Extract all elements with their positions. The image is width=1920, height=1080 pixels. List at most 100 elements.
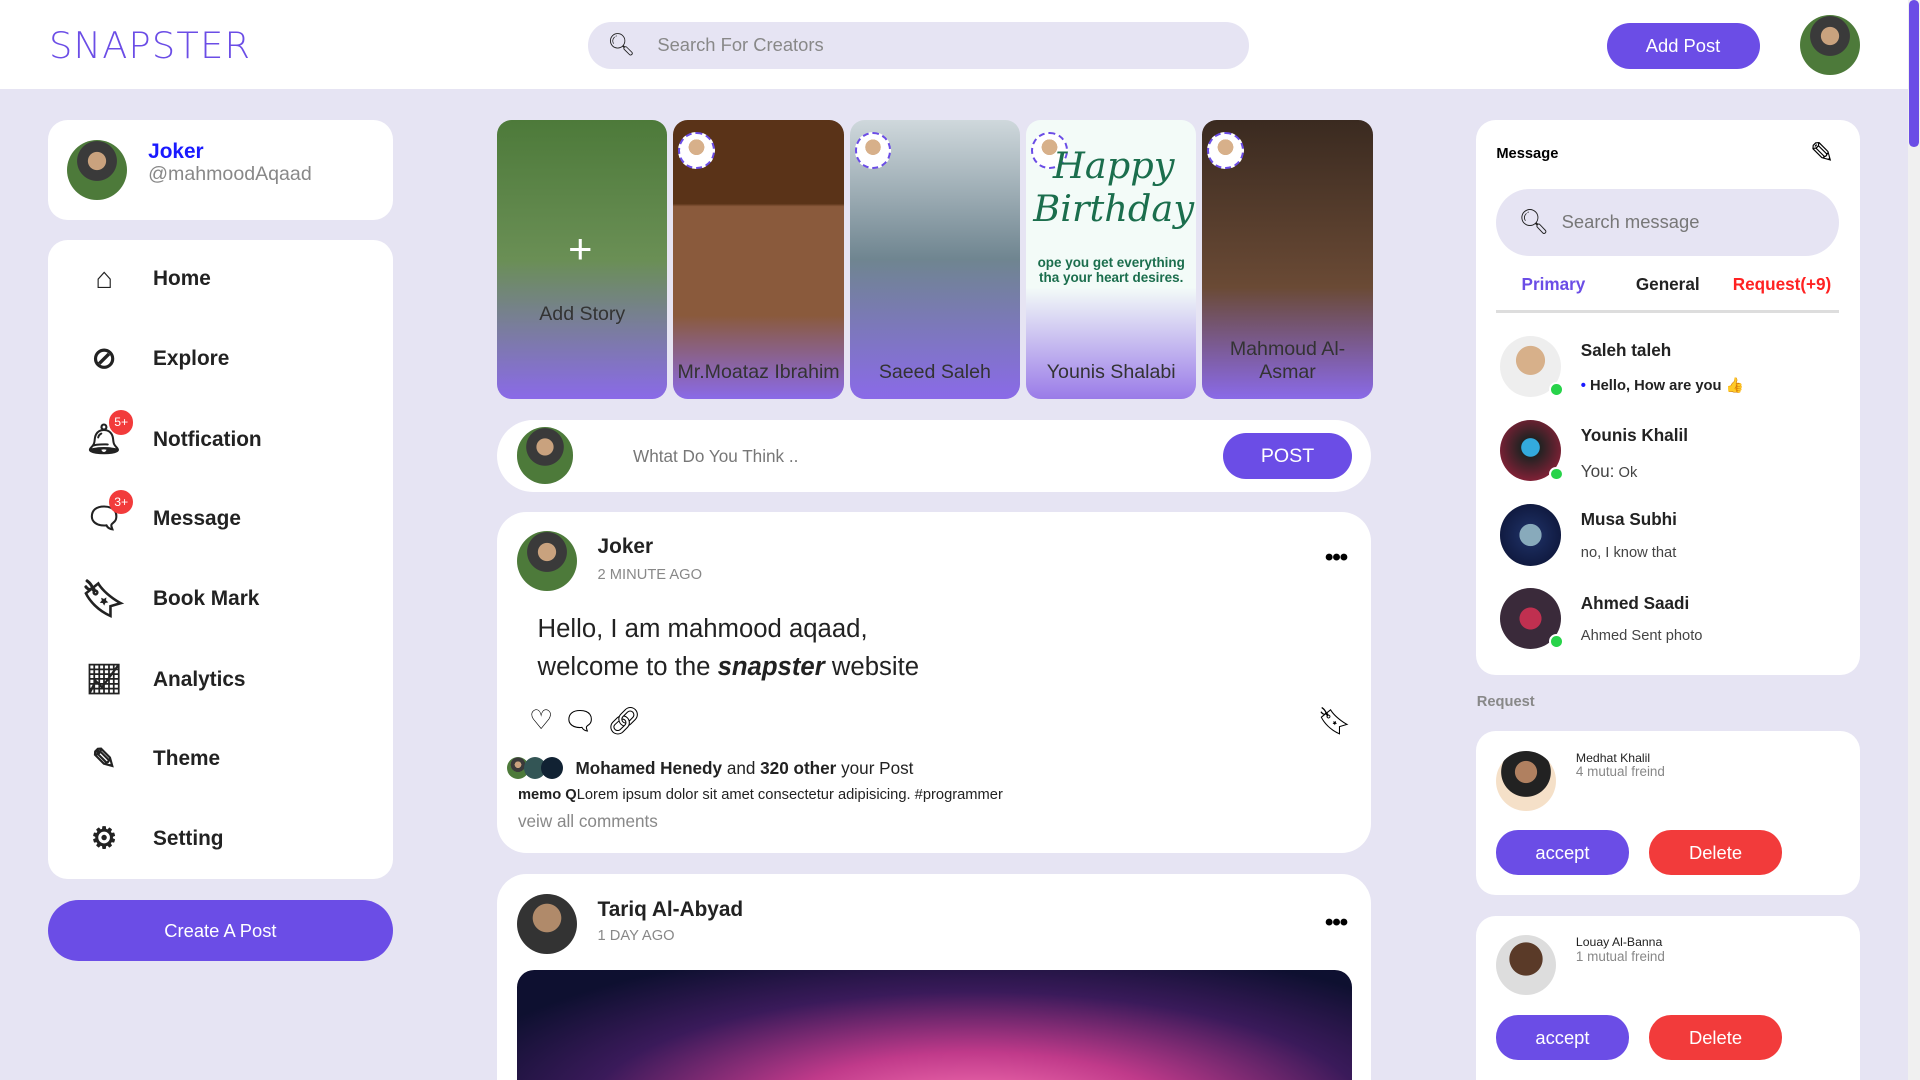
post-button[interactable]: POST	[1223, 433, 1352, 479]
nav-label: Message	[153, 507, 241, 531]
post-time: 2 MINUTE AGO	[597, 566, 703, 583]
add-post-button[interactable]: Add Post	[1606, 23, 1760, 69]
sidebar-item-message[interactable]: 🗨︎ 3+ Message	[84, 489, 241, 539]
requester-avatar	[1496, 935, 1557, 996]
message-item[interactable]: Younis Khalil You: Ok	[1499, 420, 1688, 482]
post-author-avatar[interactable]	[516, 893, 577, 954]
more-options-icon[interactable]: •••	[1325, 909, 1348, 937]
text: your Post	[841, 757, 914, 778]
friend-request-card: Medhat Khalil 4 mutual freind accept Del…	[1475, 731, 1860, 896]
delete-button[interactable]: Delete	[1649, 1015, 1782, 1061]
message-item[interactable]: Musa Subhi no, I know that	[1499, 504, 1677, 566]
brand-text: snapster	[717, 652, 825, 681]
link-icon[interactable]: 🔗︎	[607, 705, 641, 737]
logo[interactable]: SNAPSTER	[49, 24, 251, 67]
notification-badge: 5+	[108, 410, 134, 435]
scrollbar[interactable]	[1907, 0, 1920, 1080]
nav-label: Setting	[153, 826, 224, 850]
story-avatar	[854, 132, 892, 169]
online-indicator	[1548, 634, 1564, 649]
sidebar-item-notification[interactable]: 🔔︎ 5+ Notfication	[84, 410, 262, 459]
nav-label: Notfication	[153, 427, 262, 451]
contact-name: Ahmed Saadi	[1580, 592, 1690, 613]
message-item[interactable]: Saleh taleh • Hello, How are you 👍	[1499, 335, 1744, 397]
nav-label: Analytics	[153, 667, 246, 691]
accept-button[interactable]: accept	[1496, 1015, 1629, 1061]
story-item[interactable]: Saeed Saleh	[849, 120, 1020, 400]
create-post-button[interactable]: Create A Post	[47, 900, 394, 962]
last-message: Ahmed Sent photo	[1580, 628, 1703, 645]
post-author[interactable]: Tariq Al-Abyad	[598, 898, 744, 922]
story-add[interactable]: + Add Story	[497, 120, 668, 400]
profile-name: Joker	[148, 139, 204, 163]
sidebar-item-theme[interactable]: ✎ Theme	[84, 740, 220, 779]
post-card: Tariq Al-Abyad 1 DAY AGO •••	[497, 874, 1372, 1080]
contact-avatar	[1499, 504, 1562, 566]
brush-icon: ✎	[91, 742, 117, 776]
search-placeholder: Search For Creators	[657, 34, 824, 56]
story-name: Mr.Moataz Ibrahim	[677, 361, 840, 384]
last-message: no, I know that	[1580, 545, 1677, 562]
story-name: Saeed Saleh	[878, 361, 991, 384]
story-name: Mahmoud Al-Asmar	[1229, 338, 1346, 384]
profile-card[interactable]: Joker @mahmoodAqaad	[47, 120, 394, 221]
contact-avatar	[1499, 420, 1564, 482]
more-options-icon[interactable]: •••	[1325, 544, 1348, 572]
creator-search-input[interactable]: 🔍︎ Search For Creators	[587, 22, 1249, 69]
story-image-text: Happy Birthday	[1033, 144, 1195, 231]
comment-icon[interactable]: 🗨︎	[563, 705, 597, 737]
post-text: Hello, I am mahmood aqaad, welcome to th…	[538, 611, 919, 687]
heart-icon[interactable]: ♡	[529, 705, 553, 737]
compose-icon[interactable]: ✎	[1810, 136, 1835, 171]
tab-requests[interactable]: Request(+9)	[1725, 274, 1839, 295]
post-actions: ♡ 🗨︎ 🔗︎	[529, 705, 641, 737]
bookmark-icon[interactable]: 🔖︎	[1318, 705, 1352, 737]
message-tabs: Primary General Request(+9)	[1496, 274, 1840, 313]
post-author-avatar[interactable]	[516, 531, 577, 592]
tab-general[interactable]: General	[1611, 274, 1725, 295]
delete-button[interactable]: Delete	[1649, 830, 1782, 876]
last-message: • Hello, How are you 👍	[1580, 378, 1744, 395]
requests-title: Request	[1476, 694, 1535, 711]
view-comments-link[interactable]: veiw all comments	[518, 811, 658, 832]
sidebar-nav: ⌂ Home ⊘ Explore 🔔︎ 5+ Notfication 🗨︎ 3+ Messa…	[47, 240, 394, 880]
story-item[interactable]: Happy Birthday ope you get everything th…	[1026, 120, 1197, 400]
composer-input[interactable]: Whtat Do You Think ..	[633, 446, 798, 467]
bell-icon: 🔔︎ 5+	[84, 410, 134, 459]
post-text-line: welcome to the snapster website	[538, 649, 919, 687]
nav-label: Explore	[153, 346, 230, 370]
sidebar-item-bookmark[interactable]: 🔖︎ Book Mark	[80, 578, 260, 620]
last-message: You: Ok	[1581, 461, 1688, 482]
liker-name: Mohamed Henedy	[575, 757, 723, 778]
online-indicator	[1548, 466, 1564, 482]
post-text-line: Hello, I am mahmood aqaad,	[537, 615, 868, 643]
search-icon: 🔍︎	[607, 32, 636, 58]
story-name: Add Story	[539, 302, 626, 325]
post-composer: Whtat Do You Think .. POST	[497, 420, 1372, 493]
sidebar-item-setting[interactable]: ⚙ Setting	[84, 819, 224, 858]
story-item[interactable]: Mr.Moataz Ibrahim	[673, 120, 844, 400]
requester-name: Medhat Khalil	[1575, 750, 1651, 765]
sidebar-item-analytics[interactable]: 📈︎ Analytics	[84, 660, 245, 699]
accept-button[interactable]: accept	[1496, 830, 1629, 876]
chat-icon: 🗨︎ 3+	[84, 489, 134, 539]
text: Hello, How are you 👍	[1590, 378, 1744, 395]
liker-avatar	[541, 756, 564, 779]
bookmark-icon: 🔖︎	[80, 578, 128, 620]
caption-user: memo Q	[517, 787, 577, 804]
message-item[interactable]: Ahmed Saadi Ahmed Sent photo	[1499, 587, 1703, 649]
user-avatar[interactable]	[1800, 14, 1860, 75]
post-author[interactable]: Joker	[598, 535, 654, 559]
nav-label: Book Mark	[153, 586, 260, 610]
story-item[interactable]: Mahmoud Al-Asmar	[1202, 120, 1373, 400]
sidebar-item-home[interactable]: ⌂ Home	[84, 260, 211, 299]
sidebar-item-explore[interactable]: ⊘ Explore	[84, 339, 230, 378]
liked-avatars	[506, 756, 564, 779]
text: and	[726, 757, 756, 778]
compass-icon: ⊘	[91, 342, 117, 376]
post-image[interactable]	[516, 969, 1352, 1080]
message-search-input[interactable]: 🔍︎ Search message	[1496, 188, 1840, 256]
caption-text: Lorem ipsum dolor sit amet consectetur a…	[576, 787, 1003, 804]
tab-primary[interactable]: Primary	[1496, 274, 1610, 295]
friend-request-card: Louay Al-Banna 1 mutual freind accept De…	[1475, 915, 1860, 1080]
